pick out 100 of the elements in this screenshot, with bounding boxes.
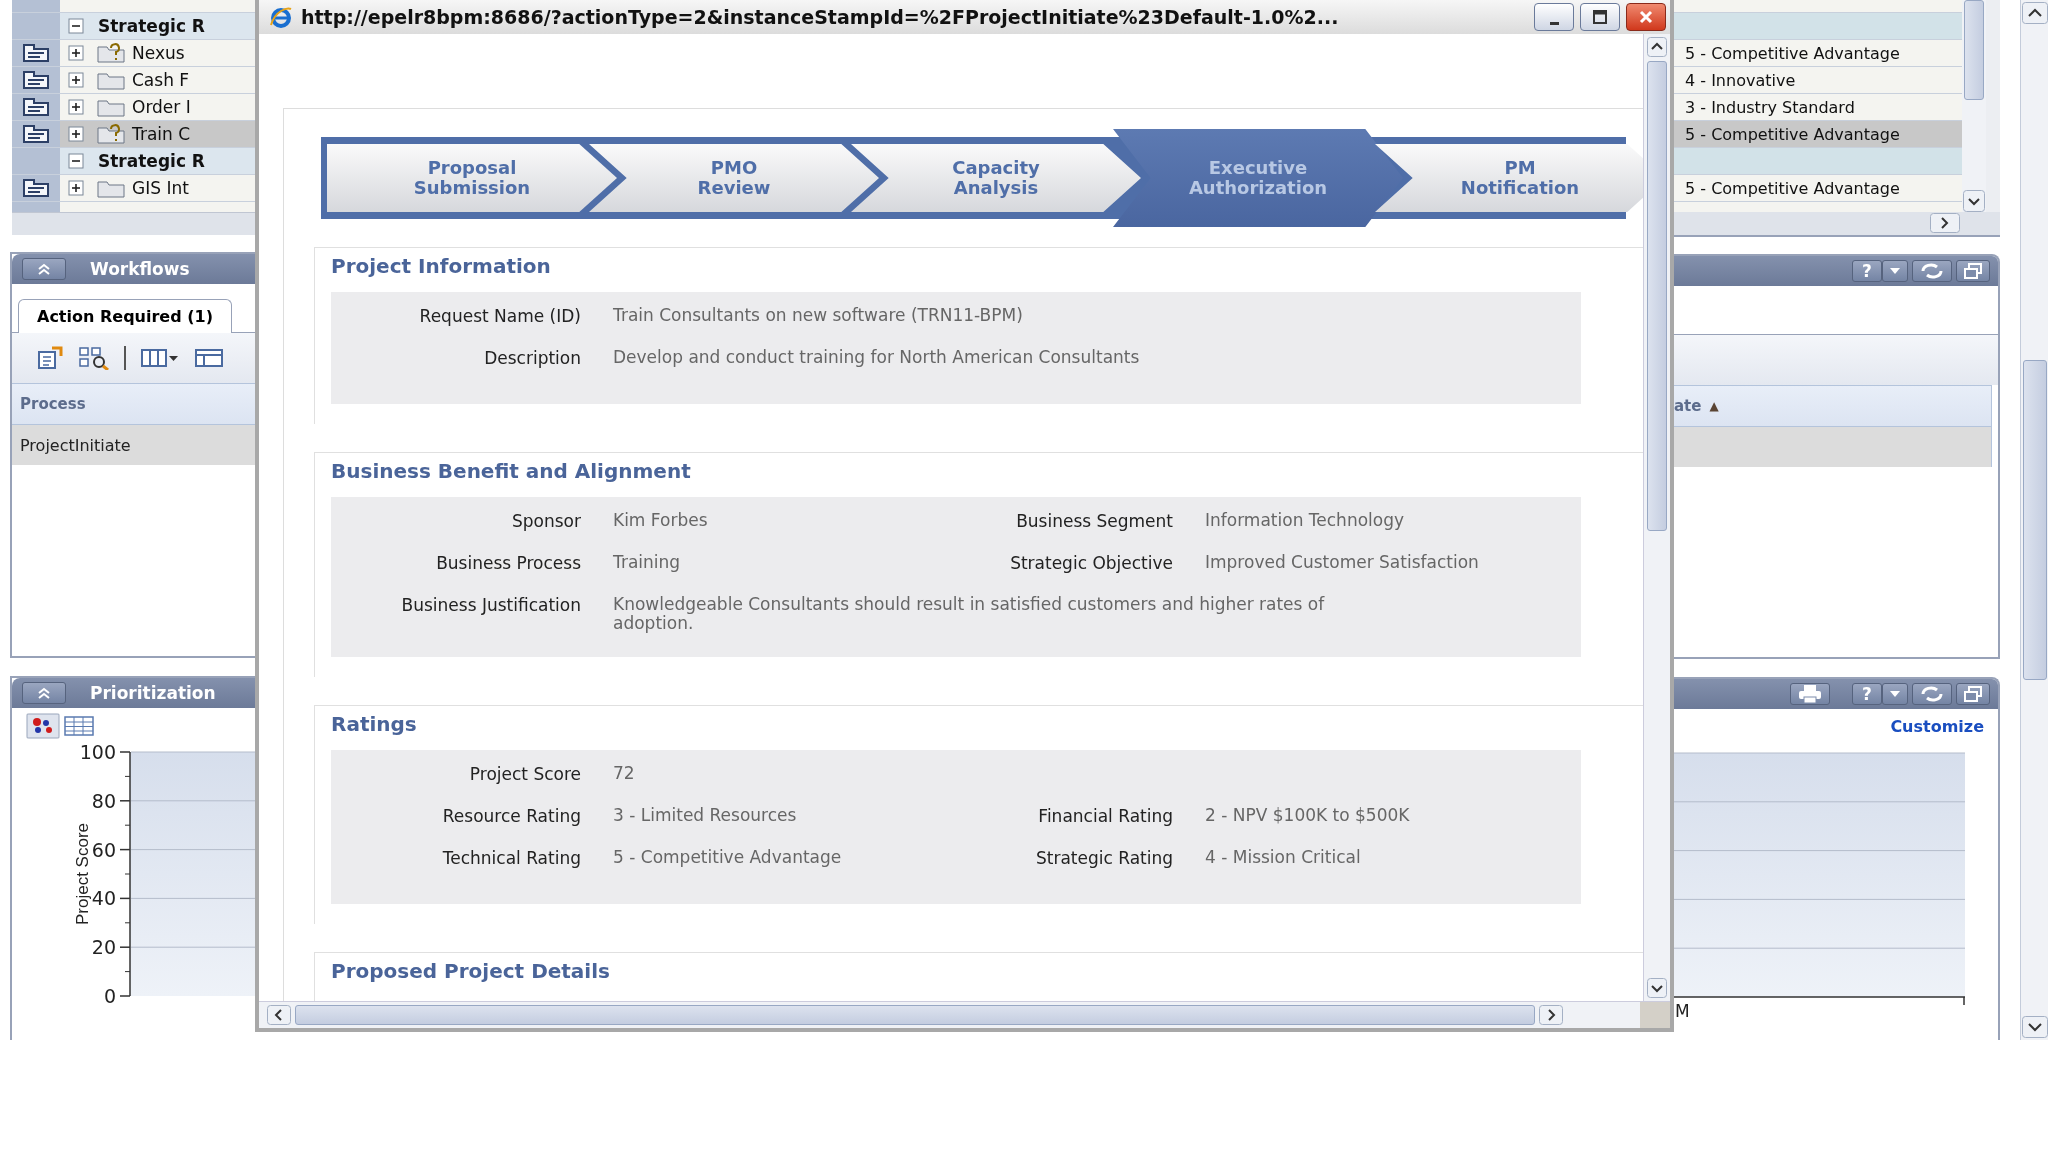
expander-icon[interactable]	[68, 180, 84, 196]
dropdown-button[interactable]	[1882, 682, 1908, 705]
field-value: 4 - Mission Critical	[1205, 848, 1362, 867]
scroll-thumb[interactable]	[1647, 61, 1667, 531]
tick-label: 80	[91, 789, 116, 812]
close-button[interactable]	[1626, 3, 1666, 31]
tick-label: 0	[103, 985, 116, 1007]
expander-icon[interactable]	[68, 18, 84, 34]
tree-row[interactable]: Order I	[12, 94, 255, 121]
column-header[interactable]: ate ▲	[1674, 384, 1992, 427]
restore-button[interactable]	[1956, 259, 1990, 282]
rating-cell[interactable]	[1674, 202, 1962, 212]
restore-icon	[1963, 685, 1983, 702]
refresh-button[interactable]	[1912, 682, 1952, 705]
scroll-down-icon[interactable]	[2021, 1016, 2048, 1038]
column-header[interactable]: Process	[12, 383, 255, 425]
horizontal-scrollbar[interactable]	[259, 1001, 1670, 1028]
scroll-right-icon[interactable]	[1539, 1005, 1563, 1025]
expander-icon[interactable]	[68, 126, 84, 142]
expander-icon[interactable]	[68, 72, 84, 88]
rating-cell[interactable]: 4 - Innovative	[1674, 67, 1962, 94]
rating-cell[interactable]: 5 - Competitive Advantage	[1674, 121, 1962, 148]
close-icon	[1638, 9, 1654, 25]
tree-label: Nexus	[132, 43, 185, 63]
search-icon[interactable]	[78, 346, 110, 370]
field-label: Business Segment	[1015, 511, 1173, 531]
rating-cell[interactable]: 5 - Competitive Advantage	[1674, 40, 1962, 67]
expander-icon[interactable]	[68, 99, 84, 115]
browser-icon	[269, 5, 293, 29]
tree-scrollbar[interactable]	[1962, 0, 1986, 212]
scroll-right-icon[interactable]	[1930, 213, 1960, 234]
folder-question-icon	[96, 42, 126, 64]
tick-label: 40	[91, 887, 116, 910]
workflow-step[interactable]: PMO Review	[589, 144, 879, 212]
customize-link[interactable]: Customize	[1890, 717, 1984, 737]
collapse-button[interactable]	[22, 682, 66, 704]
page-scrollbar[interactable]	[2020, 0, 2048, 1040]
workflow-row[interactable]: ProjectInitiate	[12, 425, 255, 465]
field-label: Technical Rating	[441, 848, 581, 868]
collapse-button[interactable]	[22, 258, 66, 280]
chart-view-icon[interactable]	[26, 713, 60, 739]
maximize-button[interactable]	[1580, 3, 1620, 31]
rating-cell[interactable]: 3 - Industry Standard	[1674, 94, 1962, 121]
window-title: http://epelr8bpm:8686/?actionType=2&instanceStampId=%2FProjectInitiate%23Default-1.0%2...	[301, 6, 1339, 28]
field-label: Project Score	[468, 764, 581, 784]
tree-label: Cash F	[132, 70, 190, 90]
scroll-down-icon[interactable]	[1647, 978, 1667, 998]
rating-cell[interactable]	[1674, 0, 1962, 13]
scroll-down-icon[interactable]	[1963, 190, 1985, 212]
tree-row[interactable]: GIS Int	[12, 175, 255, 202]
vertical-scrollbar[interactable]	[1643, 34, 1670, 1001]
section-title: Business Benefit and Alignment	[331, 459, 692, 485]
field-label: Resource Rating	[441, 806, 581, 826]
node-icon	[21, 96, 51, 118]
workflow-step[interactable]: Proposal Submission	[327, 144, 617, 212]
open-item-icon[interactable]	[36, 346, 64, 370]
field-label: Strategic Objective	[1009, 553, 1173, 573]
restore-button[interactable]	[1956, 682, 1990, 705]
node-icon	[21, 69, 51, 91]
print-button[interactable]	[1790, 682, 1830, 705]
tree-row[interactable]: Cash F	[12, 67, 255, 94]
node-icon	[21, 177, 51, 199]
columns-icon[interactable]	[140, 346, 180, 370]
field-value: Train Consultants on new software (TRN11-BPM)	[613, 306, 1024, 325]
minimize-icon	[1549, 21, 1559, 25]
field-label: Business Justification	[400, 595, 581, 615]
workflow-step[interactable]: PM Notification	[1375, 144, 1643, 212]
field-label: Sponsor	[511, 511, 581, 531]
tick-label: M	[1675, 1000, 1690, 1021]
table-view-icon[interactable]	[62, 713, 96, 739]
action-required-tab[interactable]: Action Required (1)	[18, 299, 232, 333]
refresh-button[interactable]	[1912, 259, 1952, 282]
folder-question-icon	[96, 123, 126, 145]
tree-row[interactable]: Nexus	[12, 40, 255, 67]
scroll-thumb[interactable]	[2022, 360, 2047, 680]
scroll-thumb[interactable]	[1964, 0, 1984, 100]
rating-cell[interactable]	[1674, 13, 1962, 40]
field-label: Business Process	[435, 553, 581, 573]
dropdown-button[interactable]	[1882, 259, 1908, 282]
expander-icon[interactable]	[68, 45, 84, 61]
rating-cell[interactable]: 5 - Competitive Advantage	[1674, 175, 1962, 202]
scroll-up-icon[interactable]	[2021, 2, 2048, 24]
tree-label: Order I	[132, 97, 191, 117]
tree-row[interactable]: Strategic R	[12, 148, 255, 175]
tree-label: Train C	[132, 124, 191, 144]
scroll-up-icon[interactable]	[1647, 37, 1667, 57]
tree-label: Strategic R	[98, 151, 205, 171]
tree-row[interactable]: Train C	[12, 121, 255, 148]
field-value: 2 - NPV $100K to $500K	[1205, 806, 1411, 825]
minimize-button[interactable]	[1534, 3, 1574, 31]
field-label: Strategic Rating	[1034, 848, 1173, 868]
refresh-icon	[1919, 261, 1945, 280]
section-title: Proposed Project Details	[331, 959, 611, 985]
scroll-left-icon[interactable]	[267, 1005, 291, 1025]
rating-cell[interactable]	[1674, 148, 1962, 175]
scroll-thumb[interactable]	[295, 1005, 1535, 1025]
tree-row[interactable]: Strategic R	[12, 13, 255, 40]
workflow-step[interactable]: Capacity Analysis	[851, 144, 1141, 212]
expander-icon[interactable]	[68, 153, 84, 169]
tick-label: 20	[91, 936, 116, 959]
